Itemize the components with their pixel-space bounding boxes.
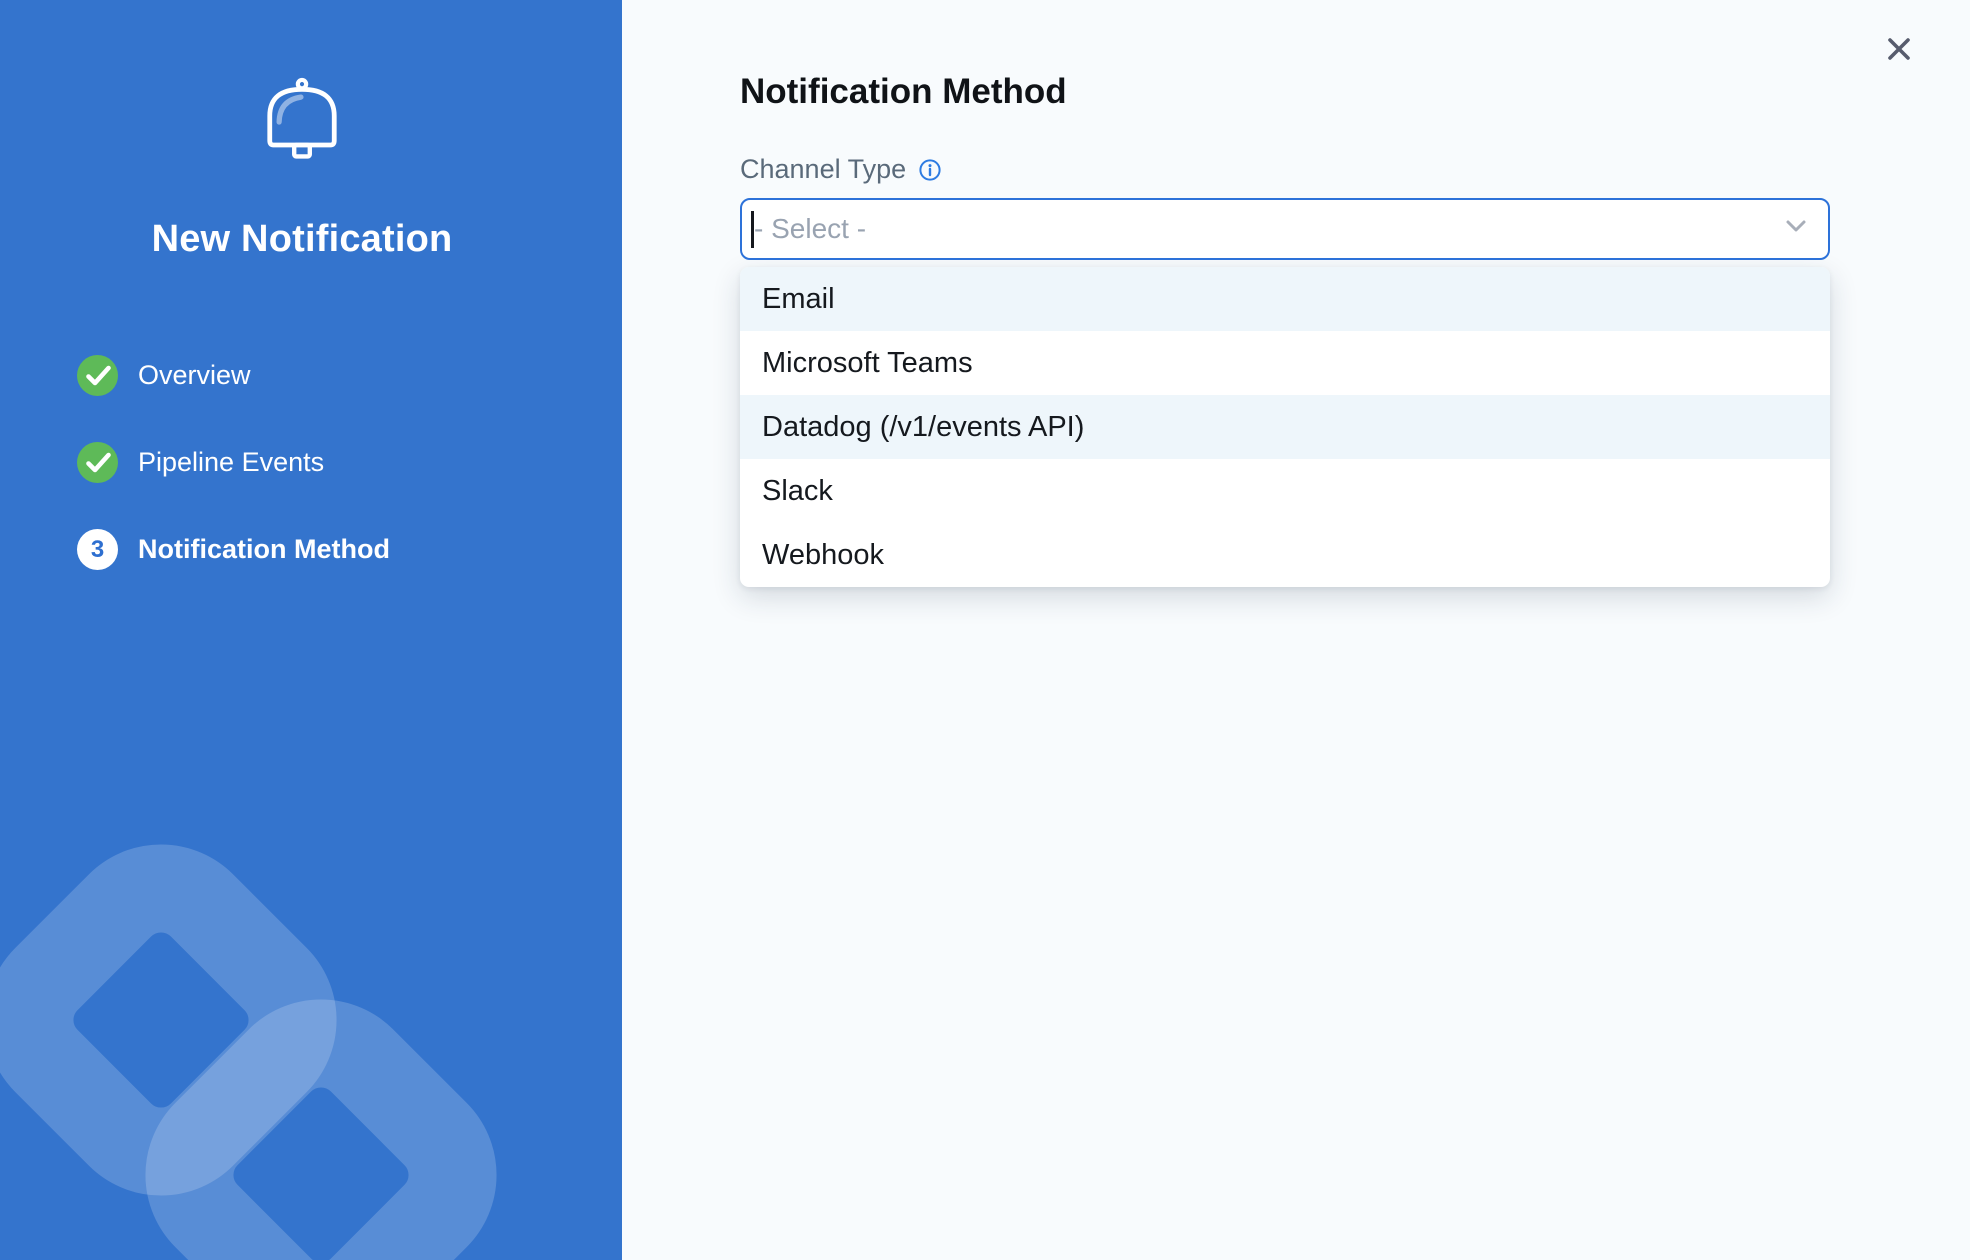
dropdown-option-label: Webhook — [762, 539, 884, 572]
dropdown-option[interactable]: Webhook — [740, 523, 1830, 587]
wizard-steps: Overview Pipeline Events 3 Notification … — [0, 355, 604, 570]
brand-watermark — [0, 740, 622, 1260]
channel-type-label-row: Channel Type — [740, 154, 1970, 185]
close-icon[interactable] — [1883, 33, 1915, 65]
chevron-down-icon — [1784, 219, 1808, 240]
wizard-title: New Notification — [0, 218, 604, 261]
dropdown-option[interactable]: Email — [740, 267, 1830, 331]
step-overview[interactable]: Overview — [77, 355, 604, 396]
channel-type-select[interactable]: - Select - — [740, 198, 1830, 260]
dropdown-option[interactable]: Datadog (/v1/events API) — [740, 395, 1830, 459]
dropdown-option-label: Microsoft Teams — [762, 347, 973, 380]
page-title: Notification Method — [740, 0, 1970, 112]
channel-type-label: Channel Type — [740, 154, 906, 185]
dropdown-option-label: Slack — [762, 475, 833, 508]
step-notification-method[interactable]: 3 Notification Method — [77, 529, 604, 570]
dropdown-option[interactable]: Slack — [740, 459, 1830, 523]
step-complete-check-icon — [77, 355, 118, 396]
select-placeholder: - Select - — [754, 213, 866, 245]
step-label: Pipeline Events — [138, 447, 324, 478]
step-pipeline-events[interactable]: Pipeline Events — [77, 442, 604, 483]
dropdown-option-label: Email — [762, 283, 835, 316]
notification-method-panel: Notification Method Channel Type - Selec… — [622, 0, 1970, 1260]
channel-dropdown: Email Microsoft Teams Datadog (/v1/event… — [740, 267, 1830, 587]
dropdown-option[interactable]: Microsoft Teams — [740, 331, 1830, 395]
bell-icon — [250, 68, 354, 172]
wizard-sidebar: New Notification Overview Pipeline Event… — [0, 0, 622, 1260]
info-icon[interactable] — [918, 158, 942, 182]
step-label: Notification Method — [138, 534, 390, 565]
step-complete-check-icon — [77, 442, 118, 483]
step-number-badge: 3 — [77, 529, 118, 570]
step-label: Overview — [138, 360, 251, 391]
dropdown-option-label: Datadog (/v1/events API) — [762, 411, 1084, 444]
